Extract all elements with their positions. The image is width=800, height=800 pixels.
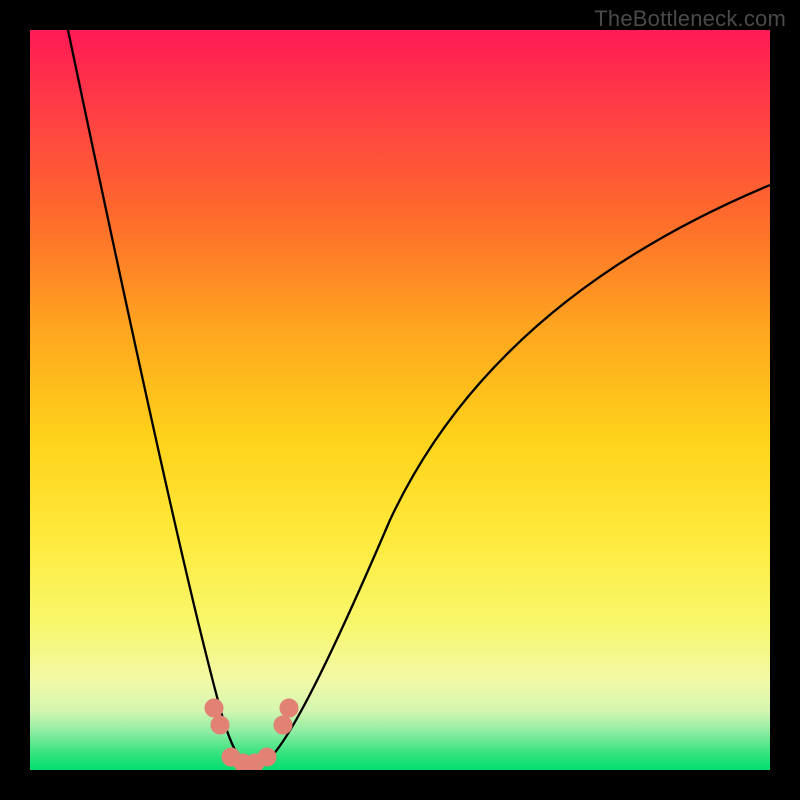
chart-frame: TheBottleneck.com — [0, 0, 800, 800]
watermark-text: TheBottleneck.com — [594, 6, 786, 32]
plot-area — [30, 30, 770, 770]
bottleneck-curve — [68, 30, 770, 765]
highlighted-points — [205, 699, 298, 770]
bottleneck-curve-svg — [30, 30, 770, 770]
